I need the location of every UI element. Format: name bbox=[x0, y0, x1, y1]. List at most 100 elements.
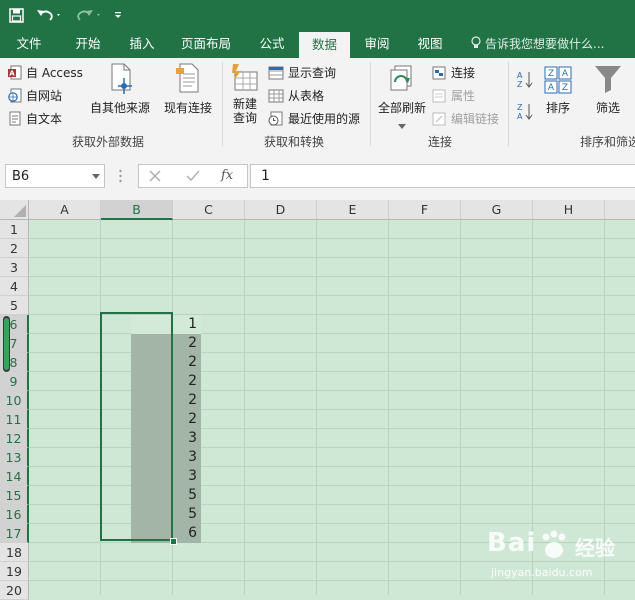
group-separator bbox=[222, 62, 223, 146]
existing-connections-icon bbox=[176, 63, 199, 93]
baidu-jingyan-watermark: Bai 经验 jingyan.baidu.com bbox=[487, 528, 627, 588]
column-header-c[interactable]: C bbox=[173, 200, 245, 220]
show-queries-button[interactable]: 显示查询 bbox=[268, 64, 336, 81]
row-header-4[interactable]: 4 bbox=[0, 277, 29, 296]
formula-buttons: fx bbox=[138, 164, 248, 188]
row-header-11[interactable]: 11 bbox=[0, 410, 29, 429]
tab-data[interactable]: 数据 bbox=[299, 32, 350, 58]
cell-b15[interactable]: 5 bbox=[131, 486, 201, 505]
queries-icon bbox=[268, 66, 284, 79]
tab-home[interactable]: 开始 bbox=[64, 30, 112, 58]
cell-b13[interactable]: 3 bbox=[131, 448, 201, 467]
from-access-button[interactable]: A 自 Access bbox=[8, 64, 83, 81]
web-icon bbox=[8, 88, 22, 103]
row-header-13[interactable]: 13 bbox=[0, 448, 29, 467]
column-header-h[interactable]: H bbox=[533, 200, 605, 220]
refresh-all-button[interactable]: 全部刷新 bbox=[374, 62, 430, 132]
cell-b10[interactable]: 2 bbox=[131, 391, 201, 410]
row-header-10[interactable]: 10 bbox=[0, 391, 29, 410]
tab-insert[interactable]: 插入 bbox=[118, 30, 166, 58]
svg-text:A: A bbox=[562, 69, 569, 79]
tab-page-layout[interactable]: 页面布局 bbox=[172, 30, 240, 58]
row-header-12[interactable]: 12 bbox=[0, 429, 29, 448]
chevron-down-icon[interactable] bbox=[92, 174, 100, 179]
svg-text:Z: Z bbox=[517, 103, 523, 112]
connections-button[interactable]: 连接 bbox=[432, 64, 475, 81]
cell-b14[interactable]: 3 bbox=[131, 467, 201, 486]
tab-file[interactable]: 文件 bbox=[5, 30, 53, 58]
svg-text:A: A bbox=[517, 112, 523, 121]
column-header-g[interactable]: G bbox=[461, 200, 533, 220]
cell-b8[interactable]: 2 bbox=[131, 353, 201, 372]
cancel-icon[interactable] bbox=[149, 170, 161, 185]
row-header-5[interactable]: 5 bbox=[0, 296, 29, 315]
fill-handle[interactable] bbox=[170, 538, 177, 545]
tab-view[interactable]: 视图 bbox=[407, 30, 453, 58]
row-header-1[interactable]: 1 bbox=[0, 220, 29, 239]
ribbon-data: A 自 Access 自网站 自文本 自其他来源 现有连接 获取外部数据 新建 … bbox=[0, 58, 635, 154]
row-header-16[interactable]: 16 bbox=[0, 505, 29, 524]
group-separator bbox=[508, 62, 509, 146]
existing-connections-button[interactable]: 现有连接 bbox=[160, 62, 216, 116]
recent-sources-button[interactable]: 最近使用的源 bbox=[268, 110, 360, 127]
new-query-button[interactable]: 新建 查询 bbox=[226, 62, 264, 125]
row-header-2[interactable]: 2 bbox=[0, 239, 29, 258]
group-label-sort-filter: 排序和筛选 bbox=[580, 135, 635, 149]
name-box[interactable]: B6 bbox=[5, 164, 105, 188]
refresh-all-icon bbox=[390, 65, 412, 91]
sort-descending-icon: ZA bbox=[517, 103, 533, 121]
cell-b6[interactable]: 1 bbox=[131, 315, 201, 334]
save-icon[interactable] bbox=[6, 0, 26, 30]
row-header-20[interactable]: 20 bbox=[0, 581, 29, 600]
svg-text:Z: Z bbox=[517, 80, 523, 89]
filter-button[interactable]: 筛选 bbox=[588, 62, 628, 116]
cell-b7[interactable]: 2 bbox=[131, 334, 201, 353]
formula-input[interactable]: 1 bbox=[250, 164, 635, 188]
row-header-3[interactable]: 3 bbox=[0, 258, 29, 277]
watermark-url: jingyan.baidu.com bbox=[491, 566, 593, 579]
row-header-9[interactable]: 9 bbox=[0, 372, 29, 391]
cell-b17[interactable]: 6 bbox=[131, 524, 201, 543]
formula-bar-grip-icon[interactable] bbox=[119, 169, 122, 183]
row-header-15[interactable]: 15 bbox=[0, 486, 29, 505]
column-header-e[interactable]: E bbox=[317, 200, 389, 220]
edit-links-button[interactable]: 编辑链接 bbox=[432, 110, 499, 127]
from-web-button[interactable]: 自网站 bbox=[8, 87, 62, 104]
tab-review[interactable]: 审阅 bbox=[354, 30, 400, 58]
title-bar bbox=[0, 0, 635, 30]
enter-icon[interactable] bbox=[186, 170, 200, 185]
select-all-button[interactable] bbox=[0, 200, 29, 220]
row-header-17[interactable]: 17 bbox=[0, 524, 29, 543]
cell-b11[interactable]: 2 bbox=[131, 410, 201, 429]
column-header-b[interactable]: B bbox=[101, 200, 173, 220]
row-header-18[interactable]: 18 bbox=[0, 543, 29, 562]
column-header-i[interactable] bbox=[605, 200, 635, 220]
properties-button[interactable]: 属性 bbox=[432, 87, 475, 104]
svg-text:Z: Z bbox=[548, 69, 554, 79]
sort-button[interactable]: ZAAZ 排序 bbox=[540, 62, 576, 116]
chevron-down-icon[interactable] bbox=[374, 118, 430, 132]
tell-me-box[interactable]: 告诉我您想要做什么... bbox=[470, 30, 604, 58]
cell-b12[interactable]: 3 bbox=[131, 429, 201, 448]
redo-icon[interactable] bbox=[74, 0, 104, 30]
tab-formulas[interactable]: 公式 bbox=[248, 30, 296, 58]
from-table-button[interactable]: 从表格 bbox=[268, 87, 324, 104]
other-sources-button[interactable]: 自其他来源 bbox=[88, 62, 152, 116]
row-header-14[interactable]: 14 bbox=[0, 467, 29, 486]
cell-b16[interactable]: 5 bbox=[131, 505, 201, 524]
cell-b9[interactable]: 2 bbox=[131, 372, 201, 391]
column-header-a[interactable]: A bbox=[29, 200, 101, 220]
svg-text:A: A bbox=[517, 71, 523, 80]
from-text-button[interactable]: 自文本 bbox=[8, 110, 62, 127]
column-header-f[interactable]: F bbox=[389, 200, 461, 220]
undo-icon[interactable] bbox=[34, 0, 64, 30]
sort-za-button[interactable]: ZA bbox=[516, 102, 534, 122]
row-header-19[interactable]: 19 bbox=[0, 562, 29, 581]
insert-function-icon[interactable]: fx bbox=[221, 168, 233, 183]
customize-qat-icon[interactable] bbox=[110, 0, 126, 30]
column-header-d[interactable]: D bbox=[245, 200, 317, 220]
sort-az-button[interactable]: AZ bbox=[516, 70, 534, 90]
svg-text:Z: Z bbox=[562, 83, 568, 93]
column-headers: A B C D E F G H bbox=[0, 200, 635, 220]
paw-icon bbox=[537, 530, 571, 563]
